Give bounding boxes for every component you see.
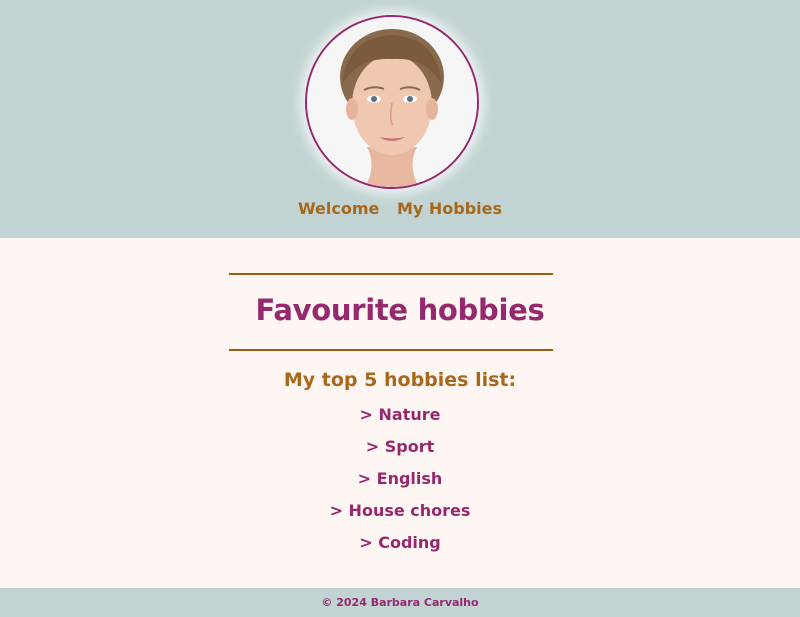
page-title: Favourite hobbies [255, 293, 545, 327]
list-item: > English [357, 469, 443, 488]
list-item: > Coding [359, 533, 441, 552]
list-item: > House chores [329, 501, 471, 520]
avatar [305, 15, 479, 189]
main-nav: Welcome My Hobbies [0, 199, 800, 218]
hobbies-list: > Nature > Sport > English > House chore… [0, 404, 800, 564]
list-item: > Nature [359, 405, 441, 424]
list-item: > Sport [365, 437, 435, 456]
title-divider-bottom [229, 349, 553, 351]
nav-link-welcome[interactable]: Welcome [298, 199, 379, 218]
site-header: Welcome My Hobbies [0, 0, 800, 238]
footer-copyright: © 2024 Barbara Carvalho [321, 596, 479, 609]
nav-link-my-hobbies[interactable]: My Hobbies [397, 199, 502, 218]
avatar-portrait-image [307, 17, 477, 187]
hobbies-list-heading: My top 5 hobbies list: [283, 369, 517, 391]
main-content: Favourite hobbies My top 5 hobbies list:… [0, 238, 800, 588]
title-divider-top [229, 273, 553, 275]
site-footer: © 2024 Barbara Carvalho [0, 588, 800, 617]
